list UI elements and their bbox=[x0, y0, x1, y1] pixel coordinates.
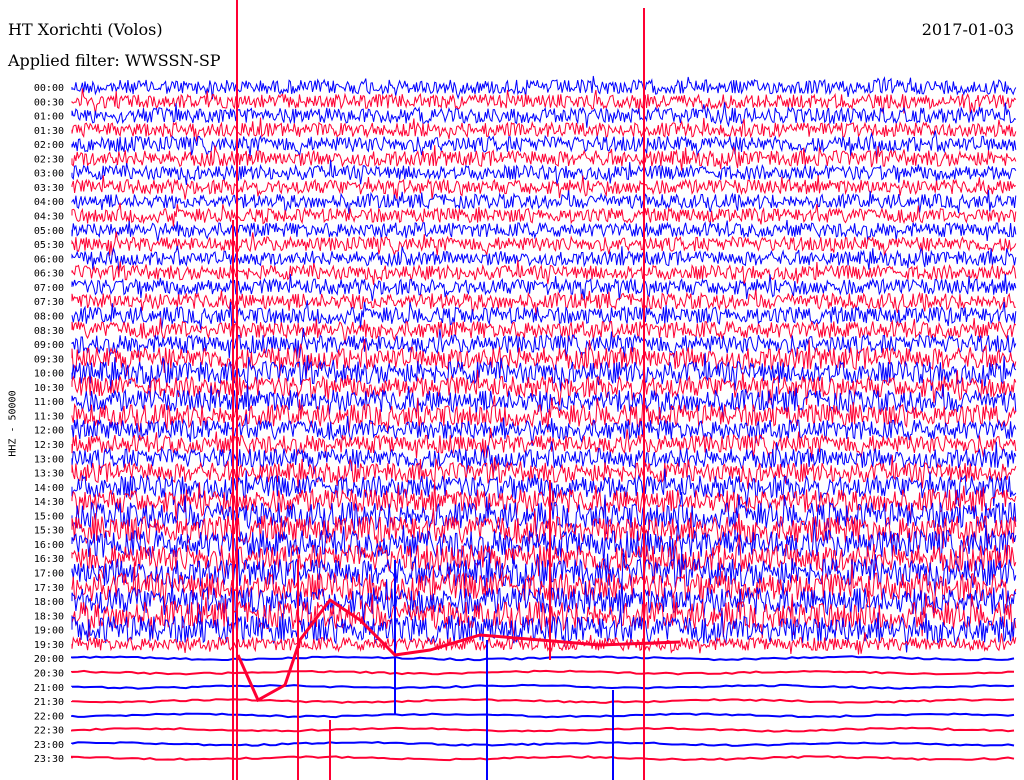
trace-2030 bbox=[71, 669, 1015, 676]
time-label-0930: 09:30 bbox=[34, 354, 64, 365]
time-label-2100: 21:00 bbox=[34, 683, 64, 694]
time-label-0430: 04:30 bbox=[34, 212, 64, 223]
time-label-1930: 19:30 bbox=[34, 640, 64, 651]
trace-2200 bbox=[71, 712, 1015, 719]
time-label-1630: 16:30 bbox=[34, 554, 64, 565]
trace-0430 bbox=[71, 202, 1017, 227]
trace-0900 bbox=[71, 327, 1017, 359]
time-label-0000: 00:00 bbox=[34, 83, 64, 94]
trace-0600 bbox=[71, 245, 1017, 271]
time-label-1230: 12:30 bbox=[34, 440, 64, 451]
trace-1100 bbox=[71, 382, 1017, 421]
time-label-1800: 18:00 bbox=[34, 597, 64, 608]
trace-2100 bbox=[71, 683, 1015, 690]
trace-layer bbox=[71, 0, 1017, 780]
trace-0130 bbox=[71, 117, 1017, 142]
time-label-1030: 10:30 bbox=[34, 383, 64, 394]
time-label-0130: 01:30 bbox=[34, 126, 64, 137]
time-label-0330: 03:30 bbox=[34, 183, 64, 194]
time-label-2130: 21:30 bbox=[34, 697, 64, 708]
time-label-1530: 15:30 bbox=[34, 526, 64, 537]
time-label-0630: 06:30 bbox=[34, 269, 64, 280]
trace-1600 bbox=[71, 519, 1017, 567]
time-label-1130: 11:30 bbox=[34, 411, 64, 422]
time-labels: 00:00 00:30 01:00 01:30 02:00 02:30 03:00 03:30… bbox=[34, 83, 64, 765]
time-label-1100: 11:00 bbox=[34, 397, 64, 408]
trace-1130 bbox=[71, 395, 1017, 434]
time-label-0900: 09:00 bbox=[34, 340, 64, 351]
time-label-0730: 07:30 bbox=[34, 297, 64, 308]
time-label-0100: 01:00 bbox=[34, 112, 64, 123]
time-label-1400: 14:00 bbox=[34, 483, 64, 494]
time-label-0400: 04:00 bbox=[34, 197, 64, 208]
trace-1330 bbox=[71, 455, 1017, 490]
time-label-2300: 23:00 bbox=[34, 740, 64, 751]
time-label-1000: 10:00 bbox=[34, 369, 64, 380]
time-label-1300: 13:00 bbox=[34, 454, 64, 465]
time-label-1600: 16:00 bbox=[34, 540, 64, 551]
time-label-1730: 17:30 bbox=[34, 583, 64, 594]
trace-2000 bbox=[71, 655, 1015, 662]
time-label-0500: 05:00 bbox=[34, 226, 64, 237]
time-label-0230: 02:30 bbox=[34, 154, 64, 165]
time-label-0530: 05:30 bbox=[34, 240, 64, 251]
time-label-1900: 19:00 bbox=[34, 626, 64, 637]
time-label-2330: 23:30 bbox=[34, 754, 64, 765]
trace-0500 bbox=[71, 219, 1017, 242]
helicorder-plot: 00:00 00:30 01:00 01:30 02:00 02:30 03:00 03:30… bbox=[34, 0, 1017, 780]
trace-2130 bbox=[71, 698, 1015, 704]
trace-2330 bbox=[71, 755, 1015, 762]
trace-2230 bbox=[71, 726, 1015, 733]
time-label-0600: 06:00 bbox=[34, 254, 64, 265]
time-label-1430: 14:30 bbox=[34, 497, 64, 508]
time-label-0030: 00:30 bbox=[34, 97, 64, 108]
trace-0330 bbox=[71, 175, 1017, 200]
time-label-1830: 18:30 bbox=[34, 611, 64, 622]
time-label-0800: 08:00 bbox=[34, 312, 64, 323]
trace-2300 bbox=[71, 740, 1015, 747]
time-label-1500: 15:00 bbox=[34, 511, 64, 522]
time-label-1200: 12:00 bbox=[34, 426, 64, 437]
time-label-2030: 20:30 bbox=[34, 669, 64, 680]
time-label-0300: 03:00 bbox=[34, 169, 64, 180]
time-label-2000: 20:00 bbox=[34, 654, 64, 665]
time-label-2230: 22:30 bbox=[34, 726, 64, 737]
time-label-0700: 07:00 bbox=[34, 283, 64, 294]
time-label-0200: 02:00 bbox=[34, 140, 64, 151]
time-label-2200: 22:00 bbox=[34, 711, 64, 722]
time-label-0830: 08:30 bbox=[34, 326, 64, 337]
time-label-1700: 17:00 bbox=[34, 569, 64, 580]
time-label-1330: 13:30 bbox=[34, 469, 64, 480]
trace-0730 bbox=[71, 289, 1016, 315]
